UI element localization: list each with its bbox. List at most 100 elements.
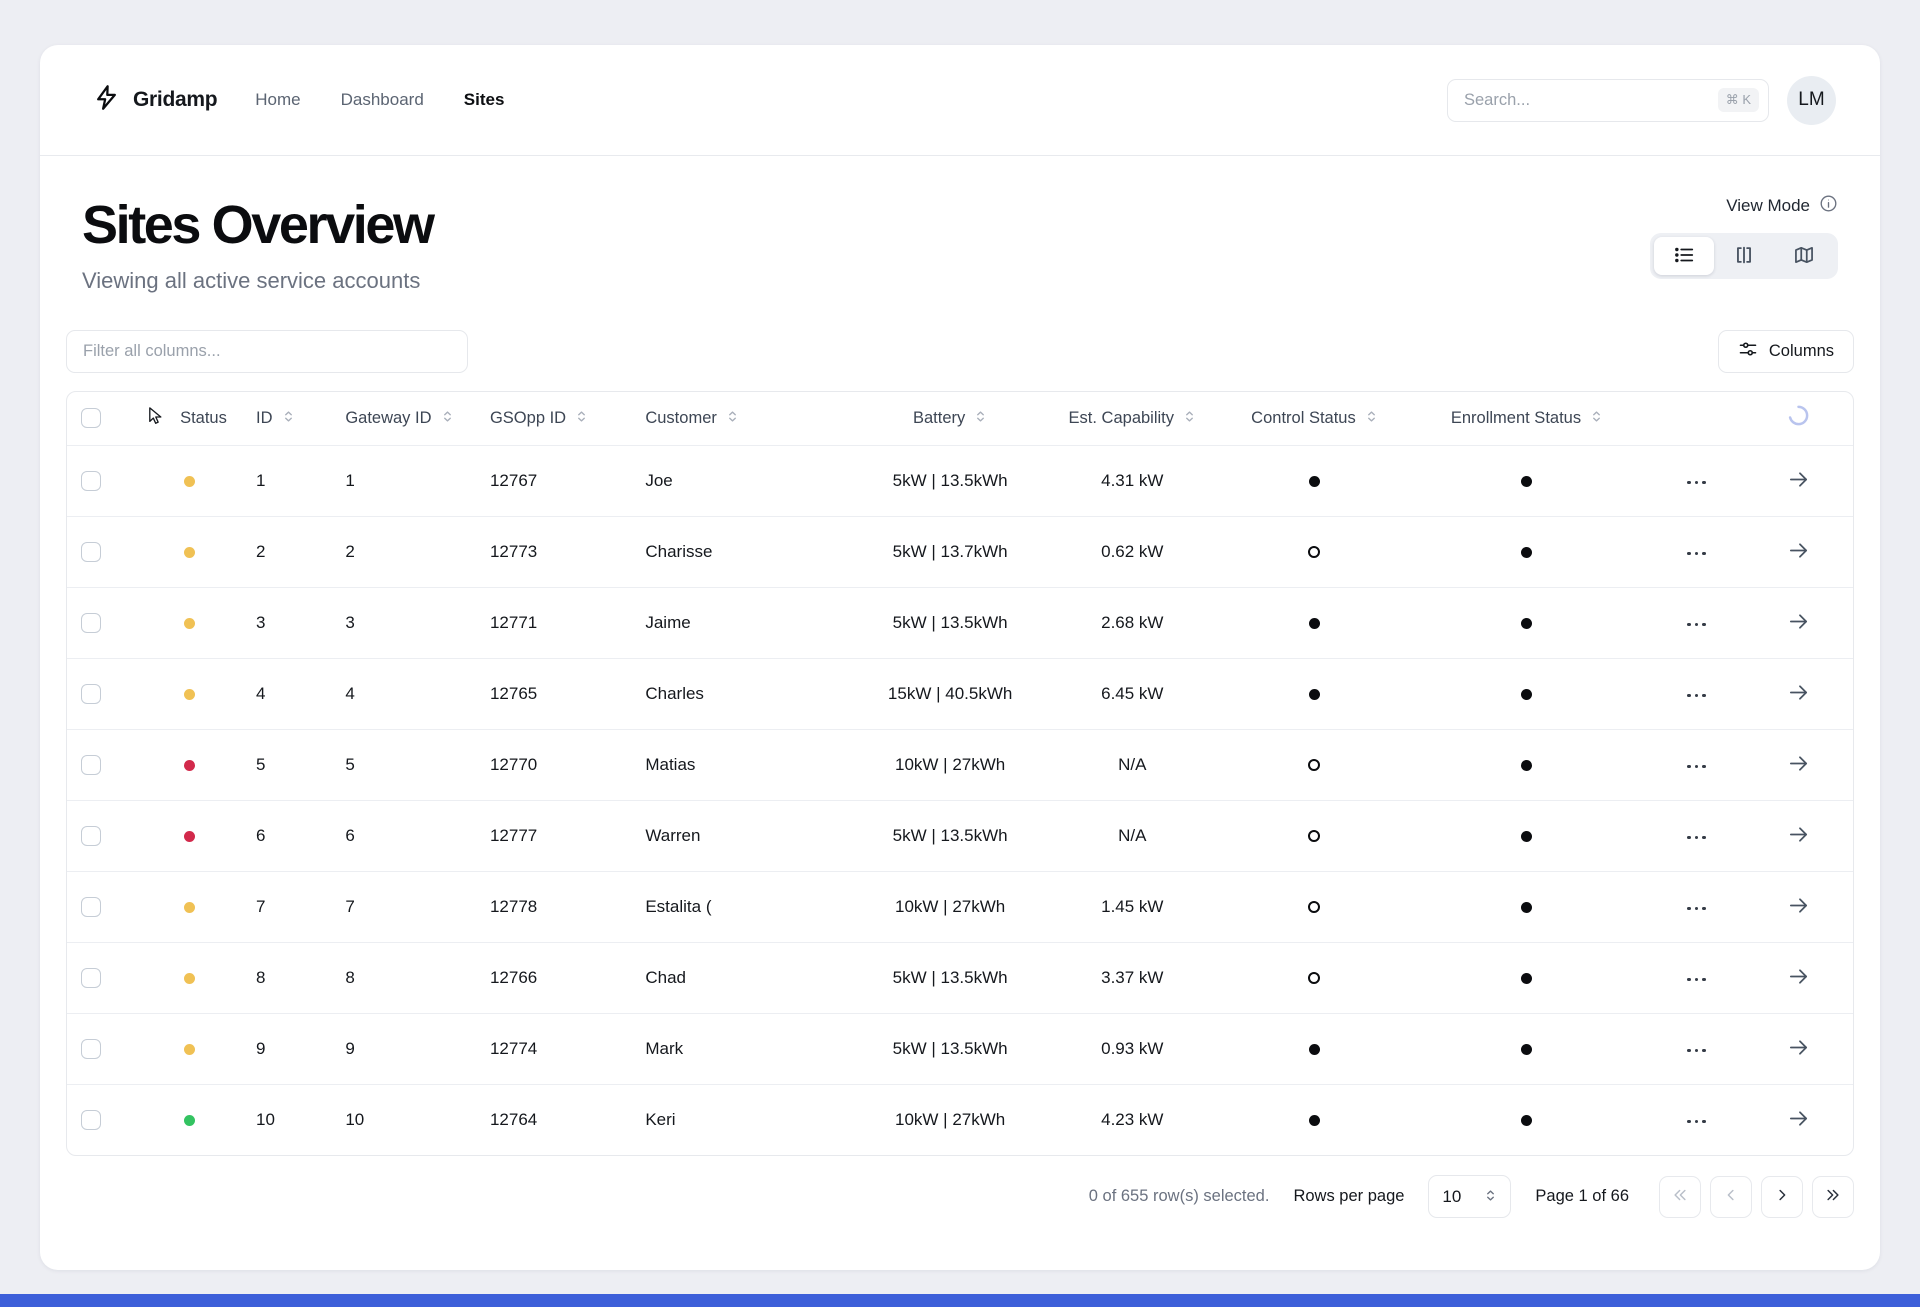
sort-icon [282,409,295,428]
cell-est-capability: 0.93 kW [1040,1013,1224,1084]
row-checkbox[interactable] [81,684,101,704]
cell-gateway-id: 8 [331,942,476,1013]
row-checkbox[interactable] [81,1110,101,1130]
row-menu-button[interactable] [1683,828,1710,848]
cell-est-capability: N/A [1040,800,1224,871]
cell-id: 1 [242,445,331,516]
row-open-button[interactable] [1783,819,1814,853]
row-open-button[interactable] [1783,1103,1814,1137]
enrollment-status-dot [1521,1115,1532,1126]
column-header-enrollment-status[interactable]: Enrollment Status [1405,392,1650,445]
row-open-button[interactable] [1783,890,1814,924]
avatar[interactable]: LM [1787,76,1836,125]
pagination [1659,1176,1854,1218]
nav-dashboard[interactable]: Dashboard [341,90,424,110]
table-row: 2 2 12773 Charisse 5kW | 13.7kWh 0.62 kW [67,516,1853,587]
cell-id: 10 [242,1084,331,1155]
column-header-est-capability[interactable]: Est. Capability [1040,392,1224,445]
row-menu-button[interactable] [1683,899,1710,919]
row-open-button[interactable] [1783,606,1814,640]
view-list-button[interactable] [1654,237,1714,275]
status-dot [184,547,195,558]
rows-per-page-label: Rows per page [1293,1187,1404,1206]
row-open-button[interactable] [1783,677,1814,711]
last-page-button[interactable] [1812,1176,1854,1218]
select-chevrons-icon [1484,1187,1497,1207]
view-map-button[interactable] [1774,237,1834,275]
row-checkbox[interactable] [81,826,101,846]
nav-home[interactable]: Home [255,90,300,110]
row-menu-button[interactable] [1683,544,1710,564]
row-open-button[interactable] [1783,961,1814,995]
rows-per-page-select[interactable]: 10 [1428,1175,1511,1218]
column-header-id[interactable]: ID [242,392,331,445]
next-page-button[interactable] [1761,1176,1803,1218]
nav-sites[interactable]: Sites [464,90,505,110]
view-split-button[interactable] [1714,237,1774,275]
row-menu-button[interactable] [1683,757,1710,777]
column-header-battery[interactable]: Battery [860,392,1040,445]
row-menu-button[interactable] [1683,1112,1710,1132]
row-open-button[interactable] [1783,748,1814,782]
cell-id: 7 [242,871,331,942]
row-menu-button[interactable] [1683,473,1710,493]
row-menu-button[interactable] [1683,1041,1710,1061]
row-menu-button[interactable] [1683,615,1710,635]
row-checkbox[interactable] [81,897,101,917]
row-checkbox[interactable] [81,471,101,491]
row-checkbox[interactable] [81,613,101,633]
cell-customer: Mark [631,1013,860,1084]
sort-icon [1365,409,1378,428]
status-dot [184,476,195,487]
prev-page-button[interactable] [1710,1176,1752,1218]
control-status-dot [1309,1115,1320,1126]
table-row: 9 9 12774 Mark 5kW | 13.5kWh 0.93 kW [67,1013,1853,1084]
cell-customer: Estalita ( [631,871,860,942]
cell-gateway-id: 6 [331,800,476,871]
header-loading [1744,392,1853,445]
header-menu-column [1649,392,1744,445]
column-header-customer[interactable]: Customer [631,392,860,445]
control-status-dot [1308,972,1320,984]
columns-button[interactable]: Columns [1718,330,1854,373]
selection-status: 0 of 655 row(s) selected. [1089,1187,1270,1206]
sort-icon [575,409,588,428]
row-checkbox[interactable] [81,755,101,775]
row-open-button[interactable] [1783,464,1814,498]
brand-name: Gridamp [133,88,217,112]
row-open-button[interactable] [1783,535,1814,569]
row-menu-button[interactable] [1683,970,1710,990]
cell-gsopp-id: 12765 [476,658,631,729]
table-row: 5 5 12770 Matias 10kW | 27kWh N/A [67,729,1853,800]
brand[interactable]: Gridamp [93,84,217,116]
row-menu-button[interactable] [1683,686,1710,706]
row-checkbox[interactable] [81,542,101,562]
cell-gsopp-id: 12764 [476,1084,631,1155]
column-header-control-status[interactable]: Control Status [1224,392,1404,445]
first-page-button[interactable] [1659,1176,1701,1218]
filter-input[interactable] [66,330,468,373]
row-open-button[interactable] [1783,1032,1814,1066]
column-header-gateway-id[interactable]: Gateway ID [331,392,476,445]
cell-gateway-id: 10 [331,1084,476,1155]
cell-battery: 10kW | 27kWh [860,729,1040,800]
main-nav: Home Dashboard Sites [255,90,504,110]
search-input[interactable] [1464,91,1718,110]
info-icon[interactable] [1819,194,1838,218]
cell-battery: 5kW | 13.5kWh [860,942,1040,1013]
column-header-status: Status [158,392,242,445]
control-status-dot [1309,1044,1320,1055]
enrollment-status-dot [1521,760,1532,771]
cell-est-capability: 2.68 kW [1040,587,1224,658]
double-chevron-right-icon [1824,1186,1842,1207]
column-header-gsopp-id[interactable]: GSOpp ID [476,392,631,445]
row-checkbox[interactable] [81,1039,101,1059]
table-row: 3 3 12771 Jaime 5kW | 13.5kWh 2.68 kW [67,587,1853,658]
select-all-checkbox[interactable] [81,408,101,428]
page-title: Sites Overview [82,194,433,256]
row-checkbox[interactable] [81,968,101,988]
map-view-icon [1793,244,1815,269]
sort-icon [1183,409,1196,428]
search-box[interactable]: ⌘ K [1447,79,1769,122]
page-subtitle: Viewing all active service accounts [82,268,433,294]
